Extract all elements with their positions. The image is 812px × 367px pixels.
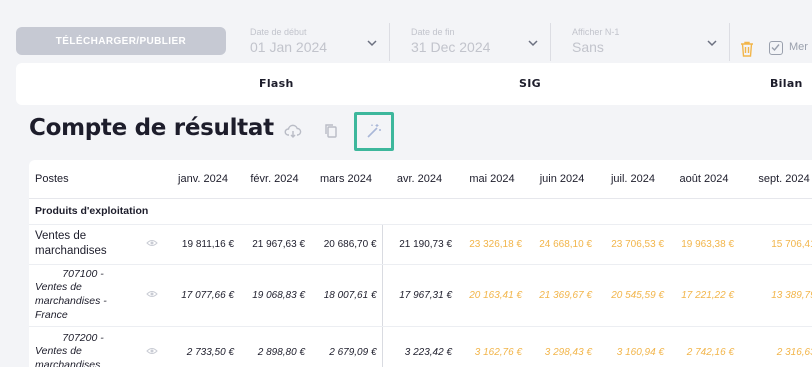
report-tabs: Flash SIG Bilan [16, 63, 812, 105]
column-header: avr. 2024 [382, 160, 458, 199]
table-cell: 2 898,80 € [239, 326, 311, 367]
compare-n1-label: Afficher N-1 [572, 27, 620, 37]
table-cell: 24 668,10 € [527, 224, 598, 265]
table-cell: 21 369,67 € [527, 264, 598, 327]
end-date-label: Date de fin [411, 27, 455, 37]
table-header-row: Postes janv. 2024 févr. 2024 mars 2024 a… [29, 160, 812, 199]
upload-publish-button[interactable]: TÉLÉCHARGER/PUBLIER [16, 27, 226, 55]
tab-bilan[interactable]: Bilan [770, 77, 803, 90]
table-cell: 15 706,41 € [739, 224, 812, 265]
column-header: févr. 2024 [239, 160, 311, 199]
table-row[interactable]: Ventes de marchandises 19 811,16 € 21 96… [29, 224, 812, 265]
tab-sig[interactable]: SIG [519, 77, 541, 90]
column-header: mai 2024 [457, 160, 528, 199]
table-cell: 23 326,18 € [457, 224, 528, 265]
table-cell: 20 545,59 € [597, 264, 670, 327]
table-cell: 17 221,22 € [669, 264, 740, 327]
column-header: mars 2024 [310, 160, 383, 199]
row-label: 707100 - Ventes de marchandises - France [29, 264, 137, 327]
trash-icon[interactable] [740, 41, 754, 57]
section-label: Produits d'exploitation [29, 198, 812, 225]
cloud-icon[interactable] [284, 122, 302, 140]
eye-icon[interactable] [137, 264, 168, 327]
tab-flash[interactable]: Flash [259, 77, 294, 90]
account-name: Ventes de marchandises - France [35, 281, 107, 321]
compare-n1-select[interactable]: Afficher N-1 Sans [572, 23, 730, 61]
table-cell: 19 811,16 € [167, 224, 240, 265]
column-header: Postes [29, 160, 168, 199]
options-label[interactable]: Mer [789, 41, 808, 53]
table-cell: 2 679,09 € [310, 326, 383, 367]
column-header: sept. 2024 [739, 160, 812, 199]
table-cell: 21 190,73 € [381, 224, 458, 265]
column-header: juil. 2024 [597, 160, 670, 199]
compare-n1-value: Sans [572, 39, 604, 55]
table-cell: 13 389,79 € [739, 264, 812, 327]
account-code: 707200 - [62, 331, 104, 344]
table-cell: 3 162,76 € [457, 326, 528, 367]
table-cell: 23 706,53 € [597, 224, 670, 265]
table-cell: 20 163,41 € [457, 264, 528, 327]
top-toolbar: TÉLÉCHARGER/PUBLIER Date de début 01 Jan… [0, 8, 812, 61]
start-date-value: 01 Jan 2024 [250, 39, 328, 55]
page-title: Compte de résultat [29, 115, 274, 141]
table-cell: 20 686,70 € [310, 224, 383, 265]
account-name: Ventes de marchandises [35, 345, 101, 367]
income-statement-table: Postes janv. 2024 févr. 2024 mars 2024 a… [29, 160, 812, 367]
table-cell: 21 967,63 € [239, 224, 311, 265]
row-label: Ventes de marchandises [29, 224, 137, 265]
table-row[interactable]: 707200 - Ventes de marchandises 2 733,50… [29, 326, 812, 367]
column-header: janv. 2024 [167, 160, 240, 199]
table-cell: 17 967,31 € [381, 264, 458, 327]
start-date-select[interactable]: Date de début 01 Jan 2024 [250, 23, 390, 61]
chevron-down-icon [366, 37, 378, 49]
eye-icon[interactable] [137, 326, 168, 367]
column-header: août 2024 [669, 160, 740, 199]
row-label: 707200 - Ventes de marchandises [29, 326, 137, 367]
table-cell: 17 077,66 € [167, 264, 240, 327]
table-cell: 3 223,42 € [381, 326, 458, 367]
eye-icon[interactable] [137, 224, 168, 265]
account-code: 707100 - [62, 267, 104, 280]
table-cell: 2 742,16 € [669, 326, 740, 367]
table-cell: 19 963,38 € [669, 224, 740, 265]
table-cell: 2 316,63 € [739, 326, 812, 367]
table-cell: 2 733,50 € [167, 326, 240, 367]
end-date-value: 31 Dec 2024 [411, 39, 491, 55]
chevron-down-icon [706, 37, 718, 49]
end-date-select[interactable]: Date de fin 31 Dec 2024 [411, 23, 551, 61]
table-cell: 19 068,83 € [239, 264, 311, 327]
copy-icon[interactable] [322, 122, 340, 140]
table-cell: 3 298,43 € [527, 326, 598, 367]
checkbox-icon[interactable] [769, 41, 783, 55]
magic-wand-button[interactable] [354, 112, 394, 151]
section-row: Produits d'exploitation [29, 198, 812, 225]
column-header: juin 2024 [527, 160, 598, 199]
magic-wand-icon [367, 124, 381, 138]
chevron-down-icon [527, 37, 539, 49]
table-row[interactable]: 707100 - Ventes de marchandises - France… [29, 264, 812, 327]
start-date-label: Date de début [250, 27, 307, 37]
table-cell: 3 160,94 € [597, 326, 670, 367]
table-cell: 18 007,61 € [310, 264, 383, 327]
